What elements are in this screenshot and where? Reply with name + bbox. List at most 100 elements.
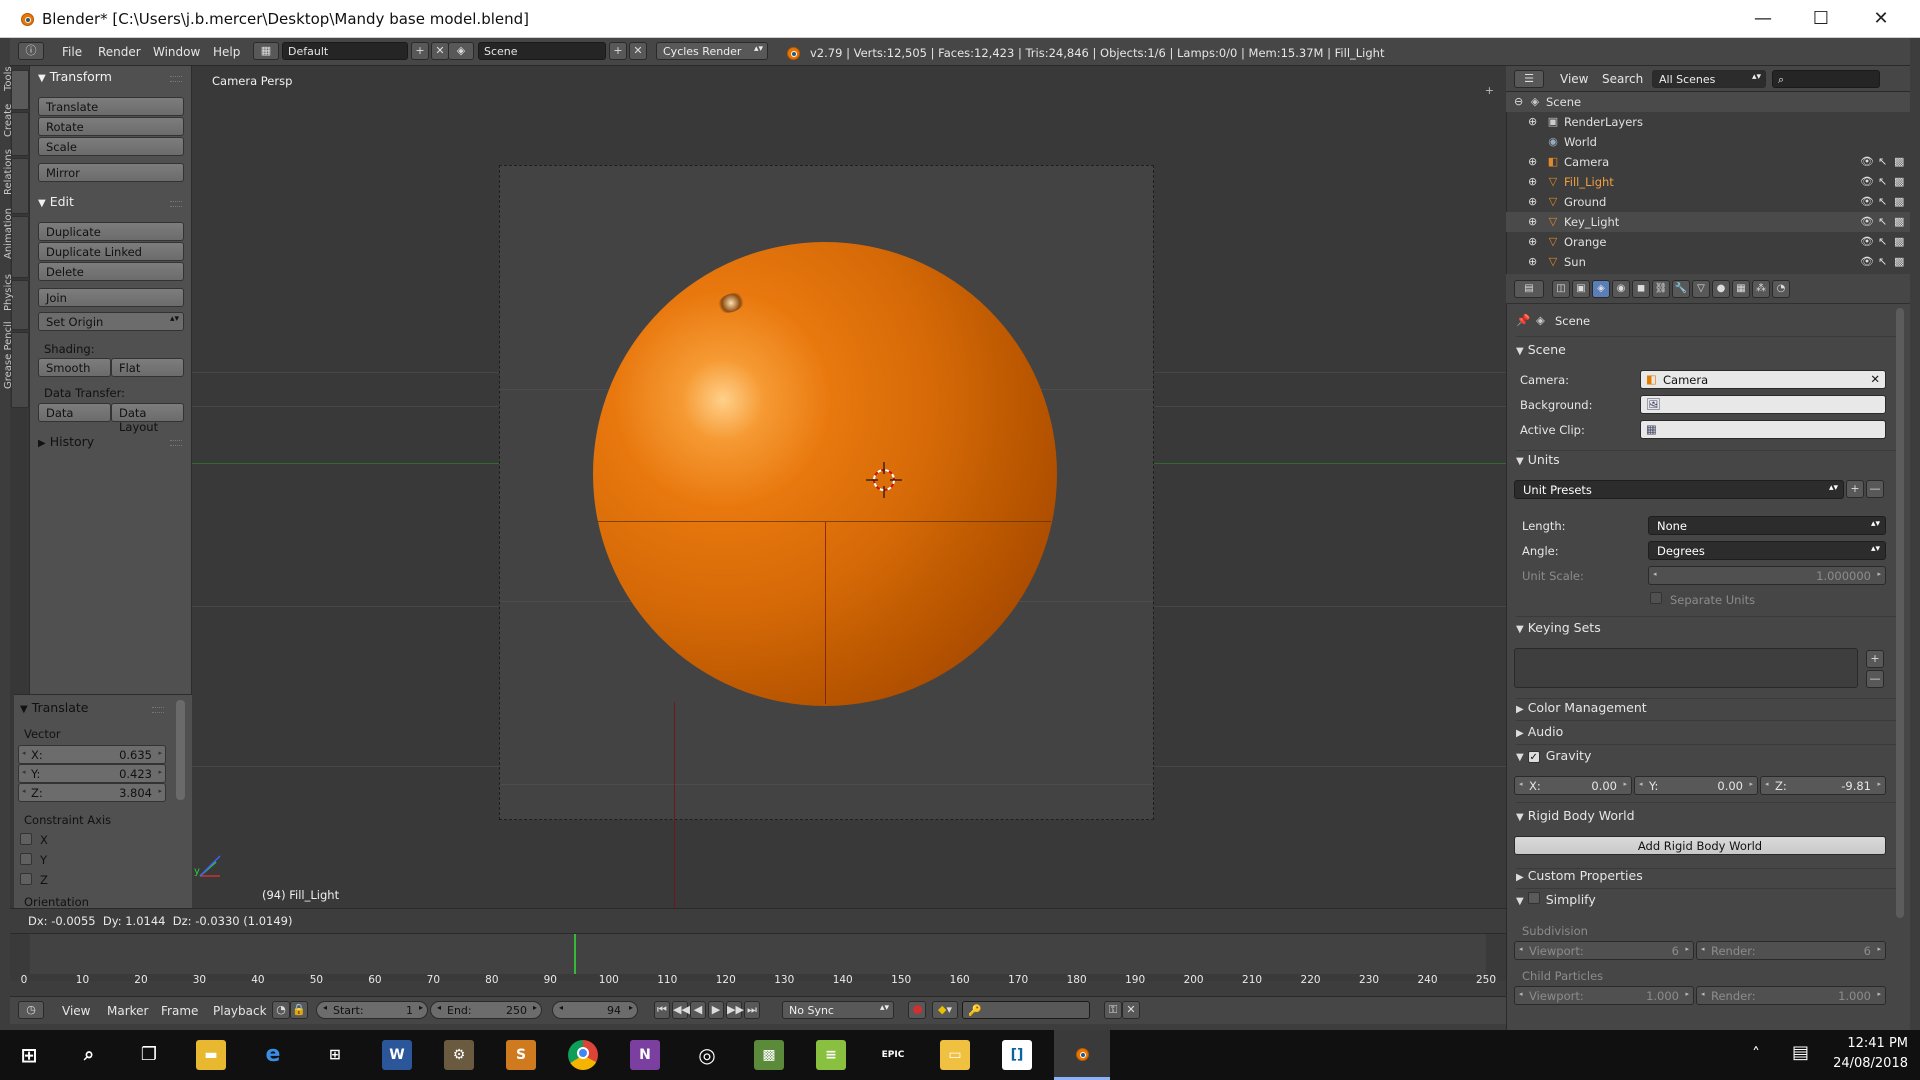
viewport-plus-icon[interactable]: + xyxy=(1485,84,1494,97)
add-keying-set-icon[interactable]: + xyxy=(1866,650,1884,668)
data-tab-icon[interactable]: ▽ xyxy=(1692,280,1710,298)
constraint-x-checkbox[interactable] xyxy=(20,833,32,845)
steam-icon[interactable]: ◎ xyxy=(692,1040,722,1070)
render-engine-dropdown[interactable]: Cycles Render ▴▾ xyxy=(656,42,768,60)
color-management-panel-header[interactable]: ▶ Color Management xyxy=(1516,700,1647,715)
outliner-row-key-light[interactable]: ⊕ ▽ Key_Light 👁 ↖ ▩ xyxy=(1506,212,1910,232)
tray-time[interactable]: 12:41 PM xyxy=(1820,1036,1908,1051)
renderable-camera-icon[interactable]: ▩ xyxy=(1894,255,1904,268)
current-frame-indicator[interactable] xyxy=(573,934,576,974)
physics-tab-icon[interactable]: ◔ xyxy=(1772,280,1790,298)
timeline-area[interactable] xyxy=(30,934,1486,974)
tab-grease-pencil[interactable]: Grease Pencil xyxy=(3,321,29,408)
add-preset-icon[interactable]: + xyxy=(1846,480,1864,498)
scale-button[interactable]: Scale xyxy=(38,137,184,156)
gravity-panel-header[interactable]: ▼ ✓ Gravity xyxy=(1516,748,1591,763)
photos-icon[interactable]: ▭ xyxy=(940,1040,970,1070)
properties-scrollbar[interactable] xyxy=(1896,308,1904,918)
task-view-icon[interactable]: ❐ xyxy=(134,1040,164,1070)
outliner-search-input[interactable]: ⌕ xyxy=(1772,70,1880,88)
transform-panel-header[interactable]: ▼ Transform xyxy=(38,69,112,84)
outliner-menu-view[interactable]: View xyxy=(1560,72,1588,86)
vector-x-field[interactable]: ◂ X: 0.635 ▸ xyxy=(18,745,166,764)
scene-field[interactable]: Scene xyxy=(478,42,606,60)
remove-preset-icon[interactable]: — xyxy=(1866,480,1884,498)
material-tab-icon[interactable]: ● xyxy=(1712,280,1730,298)
current-frame-field[interactable]: ◂ 94 ▸ xyxy=(552,1001,638,1019)
edit-panel-header[interactable]: ▼ Edit xyxy=(38,194,74,209)
minimize-button[interactable]: — xyxy=(1734,0,1792,38)
remove-layout-icon[interactable]: ✕ xyxy=(431,42,449,60)
gravity-checkbox[interactable]: ✓ xyxy=(1527,751,1540,763)
outliner-row-scene[interactable]: ⊖ ◈ Scene xyxy=(1506,92,1910,112)
jump-keyframe-back-icon[interactable]: ◀◀ xyxy=(672,1001,690,1019)
constraint-z-checkbox[interactable] xyxy=(20,873,32,885)
outliner-menu-search[interactable]: Search xyxy=(1602,72,1643,86)
edge-icon[interactable]: e xyxy=(258,1040,288,1070)
visibility-eye-icon[interactable]: 👁 xyxy=(1860,155,1874,168)
camera-field[interactable]: ◧ Camera ✕ xyxy=(1640,370,1886,389)
selectable-arrow-icon[interactable]: ↖ xyxy=(1878,255,1887,268)
vector-y-field[interactable]: ◂ Y: 0.423 ▸ xyxy=(18,764,166,783)
menu-marker[interactable]: Marker xyxy=(107,1004,148,1018)
join-button[interactable]: Join xyxy=(38,288,184,307)
particles-tab-icon[interactable]: ⁂ xyxy=(1752,280,1770,298)
bluestacks-icon[interactable]: ≡ xyxy=(816,1040,846,1070)
close-button[interactable]: ✕ xyxy=(1852,0,1910,38)
tray-date[interactable]: 24/08/2018 xyxy=(1820,1056,1908,1071)
menu-frame[interactable]: Frame xyxy=(161,1004,198,1018)
selectable-arrow-icon[interactable]: ↖ xyxy=(1878,195,1887,208)
keying-sets-panel-header[interactable]: ▼ Keying Sets xyxy=(1516,620,1601,635)
menu-help[interactable]: Help xyxy=(213,45,240,59)
insert-keyframe-icon[interactable]: ⚿ xyxy=(1104,1001,1122,1019)
outliner-display-dropdown[interactable]: All Scenes ▴▾ xyxy=(1652,70,1766,88)
jump-keyframe-forward-icon[interactable]: ▶▶ xyxy=(726,1001,744,1019)
length-dropdown[interactable]: None ▴▾ xyxy=(1648,516,1886,535)
jump-end-icon[interactable]: ⏭ xyxy=(744,1001,760,1019)
end-frame-field[interactable]: ◂ End: 250 ▸ xyxy=(430,1001,542,1019)
word-icon[interactable]: W xyxy=(382,1040,412,1070)
constraint-y-checkbox[interactable] xyxy=(20,853,32,865)
history-panel-header[interactable]: ▶ History xyxy=(38,434,94,449)
app-bracket-icon[interactable]: [] xyxy=(1002,1040,1032,1070)
panel-grip-icon[interactable] xyxy=(170,201,182,207)
menu-view[interactable]: View xyxy=(62,1004,90,1018)
keying-sets-list[interactable] xyxy=(1514,648,1858,688)
panel-grip-icon[interactable] xyxy=(170,440,182,446)
editor-type-properties-icon[interactable]: ▤ xyxy=(1514,280,1544,298)
use-preview-range-icon[interactable]: ◔ xyxy=(272,1001,290,1019)
scene-panel-header[interactable]: ▼ Scene xyxy=(1516,342,1566,357)
start-frame-field[interactable]: ◂ Start: 1 ▸ xyxy=(316,1001,428,1019)
outliner-row-ground[interactable]: ⊕ ▽ Ground 👁 ↖ ▩ xyxy=(1506,192,1910,212)
3d-cursor-icon[interactable] xyxy=(864,460,904,500)
remove-keying-set-icon[interactable]: — xyxy=(1866,670,1884,688)
active-clip-field[interactable]: ▦ xyxy=(1640,420,1886,439)
gravity-y-field[interactable]: ◂ Y: 0.00 ▸ xyxy=(1634,776,1758,795)
editor-type-info-icon[interactable]: ⓘ xyxy=(18,42,44,60)
tray-chevron-icon[interactable]: ˄ xyxy=(1752,1044,1760,1063)
selectable-arrow-icon[interactable]: ↖ xyxy=(1878,215,1887,228)
duplicate-button[interactable]: Duplicate xyxy=(38,222,184,241)
add-scene-icon[interactable]: + xyxy=(609,42,627,60)
render-layers-tab-icon[interactable]: ▣ xyxy=(1572,280,1590,298)
minecraft-icon[interactable]: ▩ xyxy=(754,1040,784,1070)
flat-button[interactable]: Flat xyxy=(111,358,184,377)
visibility-eye-icon[interactable]: 👁 xyxy=(1860,255,1874,268)
data-button[interactable]: Data xyxy=(38,403,111,422)
operator-scrollbar[interactable] xyxy=(176,700,185,800)
renderable-camera-icon[interactable]: ▩ xyxy=(1894,175,1904,188)
layout-field[interactable]: Default xyxy=(282,42,408,60)
visibility-eye-icon[interactable]: 👁 xyxy=(1860,195,1874,208)
editor-type-outliner-icon[interactable]: ☰ xyxy=(1514,70,1544,88)
chrome-icon[interactable] xyxy=(568,1040,598,1070)
maximize-button[interactable]: ☐ xyxy=(1792,0,1850,38)
outliner-row-world[interactable]: ◉ World xyxy=(1506,132,1910,152)
visibility-eye-icon[interactable]: 👁 xyxy=(1860,175,1874,188)
blender-taskbar-button[interactable] xyxy=(1054,1030,1110,1080)
operator-header[interactable]: ▼ Translate xyxy=(20,700,88,715)
app-icon[interactable]: ⚙ xyxy=(444,1040,474,1070)
set-origin-dropdown[interactable]: Set Origin ▴▾ xyxy=(38,312,184,331)
vector-z-field[interactable]: ◂ Z: 3.804 ▸ xyxy=(18,783,166,802)
play-icon[interactable]: ▶ xyxy=(708,1001,724,1019)
object-tab-icon[interactable]: ◼ xyxy=(1632,280,1650,298)
